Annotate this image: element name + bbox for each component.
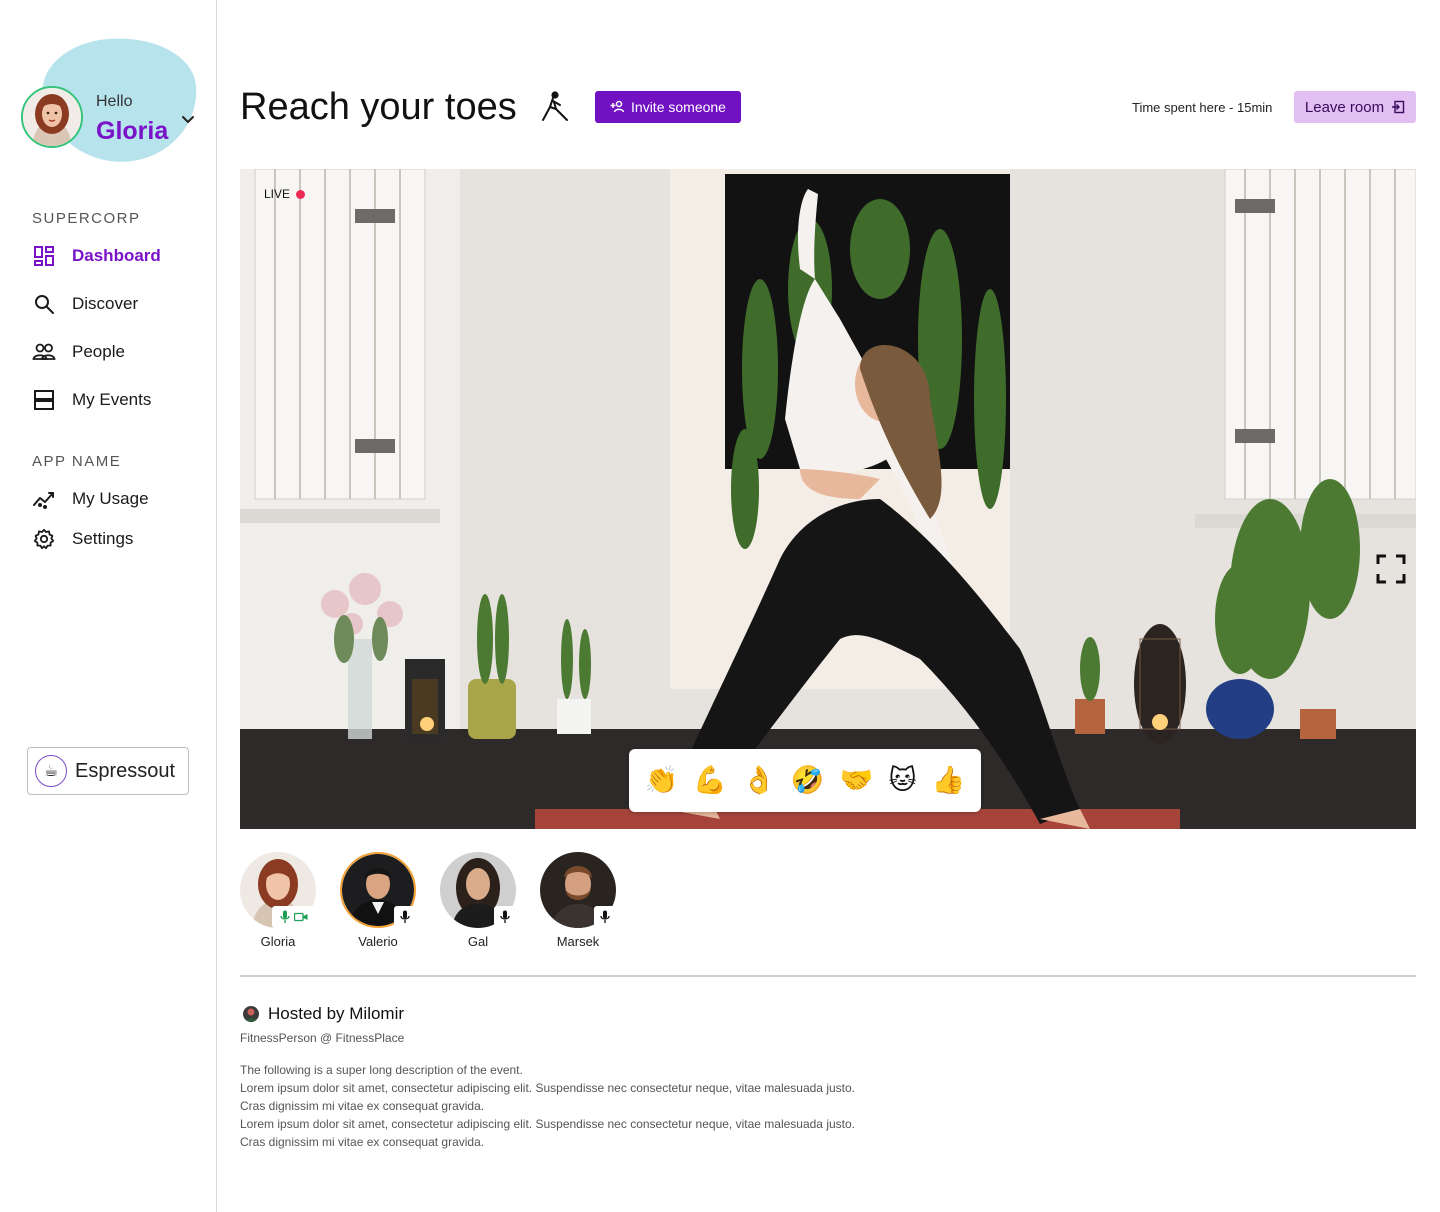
participant-status xyxy=(494,906,516,928)
description-line: Cras dignissim mi vitae ex consequat gra… xyxy=(240,1135,485,1149)
video-frame xyxy=(240,169,1416,829)
divider xyxy=(240,975,1416,977)
live-video[interactable]: LIVE 👏 💪 👌 🤣 🤝 🐱 👍 xyxy=(240,169,1416,829)
description-line: Cras dignissim mi vitae ex consequat gra… xyxy=(240,1099,485,1113)
sidebar-item-label: Settings xyxy=(72,529,134,548)
reaction-muscle[interactable]: 💪 xyxy=(693,767,727,794)
yoga-pose-icon xyxy=(538,90,572,124)
participant-name: Gal xyxy=(467,934,489,949)
host-info: Hosted by Milomir xyxy=(243,1004,404,1024)
description-line: Lorem ipsum dolor sit amet, consectetur … xyxy=(240,1117,855,1131)
sidebar-item-dashboard[interactable]: Dashboard xyxy=(32,242,202,270)
live-label: LIVE xyxy=(264,187,291,201)
sidebar-item-settings[interactable]: Settings xyxy=(32,525,202,553)
sidebar-item-label: People xyxy=(72,342,125,361)
sidebar-item-label: My Usage xyxy=(72,489,149,508)
mic-icon xyxy=(500,910,510,923)
reaction-rofl[interactable]: 🤣 xyxy=(791,767,825,794)
sidebar-item-label: Discover xyxy=(72,294,139,313)
invite-someone-button[interactable]: Invite someone xyxy=(595,91,741,123)
mic-icon xyxy=(600,910,610,923)
host-avatar xyxy=(243,1006,259,1022)
usage-icon xyxy=(32,487,56,511)
host-role: FitnessPerson @ FitnessPlace xyxy=(240,1031,405,1045)
participant-name: Marsek xyxy=(556,934,600,949)
participant-status xyxy=(272,906,316,928)
participant-marsek[interactable]: Marsek xyxy=(528,852,628,952)
exit-icon xyxy=(1392,100,1405,114)
events-icon xyxy=(32,388,56,412)
chevron-down-icon[interactable] xyxy=(179,110,197,128)
participant-valerio[interactable]: Valerio xyxy=(328,852,428,952)
leave-room-button[interactable]: Leave room xyxy=(1294,91,1416,123)
participant-gal[interactable]: Gal xyxy=(428,852,528,952)
page-title: Reach your toes xyxy=(240,86,517,128)
reaction-handshake[interactable]: 🤝 xyxy=(840,767,874,794)
sidebar-item-my-usage[interactable]: My Usage xyxy=(32,485,202,513)
workspace-name: Espressout xyxy=(75,759,176,782)
reaction-clap[interactable]: 👏 xyxy=(645,767,679,794)
sidebar-item-label: My Events xyxy=(72,390,152,409)
sidebar-item-people[interactable]: People xyxy=(32,338,202,366)
sidebar-item-my-events[interactable]: My Events xyxy=(32,386,202,414)
host-name: Hosted by Milomir xyxy=(268,1004,405,1023)
time-spent: Time spent here - 15min xyxy=(1132,100,1273,115)
reaction-bar: 👏 💪 👌 🤣 🤝 🐱 👍 xyxy=(629,749,981,812)
gear-icon xyxy=(32,527,56,551)
reaction-thumbs-up[interactable]: 👍 xyxy=(932,767,966,794)
reaction-ok-hand[interactable]: 👌 xyxy=(742,767,776,794)
sidebar: Hello Gloria SUPERCORP Dashboard Discove… xyxy=(0,0,217,1212)
participant-name: Valerio xyxy=(358,934,398,949)
section-label-app-name: APP NAME xyxy=(32,453,122,470)
workspace-logo: ☕ xyxy=(35,755,67,787)
camera-on-icon xyxy=(294,912,308,922)
sidebar-item-label: Dashboard xyxy=(72,246,161,265)
participant-gloria[interactable]: Gloria xyxy=(228,852,328,952)
live-indicator: LIVE xyxy=(264,187,306,201)
greeting: Hello xyxy=(96,93,133,110)
sidebar-item-discover[interactable]: Discover xyxy=(32,290,202,318)
description-line: Lorem ipsum dolor sit amet, consectetur … xyxy=(240,1081,855,1095)
leave-label: Leave room xyxy=(1304,98,1385,116)
fullscreen-icon[interactable] xyxy=(1376,554,1406,584)
dashboard-icon xyxy=(32,244,56,268)
user-name: Gloria xyxy=(96,117,169,145)
event-description: The following is a super long descriptio… xyxy=(240,1061,855,1151)
mic-icon xyxy=(400,910,410,923)
mic-on-icon xyxy=(280,910,290,923)
description-line: The following is a super long descriptio… xyxy=(240,1063,523,1077)
search-icon xyxy=(32,292,56,316)
workspace-switcher[interactable]: ☕ Espressout xyxy=(27,747,189,795)
section-label-supercorp: SUPERCORP xyxy=(32,210,141,227)
invite-label: Invite someone xyxy=(631,99,726,115)
reaction-cat[interactable]: 🐱 xyxy=(888,767,916,794)
participant-status xyxy=(394,906,416,928)
participant-name: Gloria xyxy=(260,934,296,949)
people-icon xyxy=(32,340,56,364)
participant-status xyxy=(594,906,616,928)
user-avatar[interactable] xyxy=(21,86,83,148)
live-dot xyxy=(296,189,306,199)
